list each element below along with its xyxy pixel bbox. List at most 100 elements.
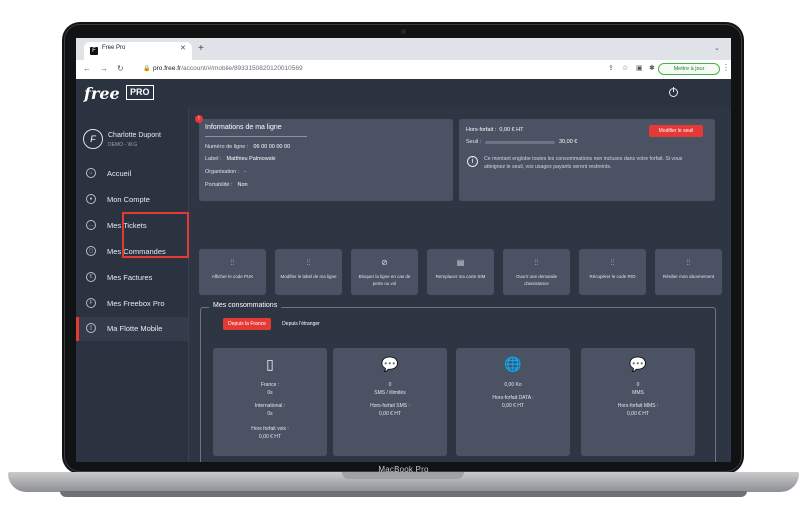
user-name: Charlotte Dupont xyxy=(108,132,161,139)
conso-line: 0 xyxy=(636,382,640,388)
close-icon[interactable]: ✕ xyxy=(180,44,186,52)
divider xyxy=(205,136,307,137)
lock-icon: 🔒 xyxy=(143,66,151,72)
app-header: free PRO xyxy=(76,79,731,107)
hf-label-text: Hors-forfait : xyxy=(466,127,497,133)
seuil-progress-bar xyxy=(485,141,555,144)
line-info-title: Informations de ma ligne xyxy=(205,124,282,131)
user-icon: ● xyxy=(86,194,96,204)
settings-icon: ⫶⫶ xyxy=(610,258,615,267)
info-row-portabilite: Portabilité : Non xyxy=(205,182,248,188)
action-modifier-label[interactable]: ⫶⫶ Modifier le label de ma ligne xyxy=(275,249,342,295)
sidebar-item-mes-factures[interactable]: € Mes Factures xyxy=(76,267,188,289)
info-row-label: Label : Matthieu Palmowski xyxy=(205,156,275,162)
tab-depuis-etranger[interactable]: Depuis l'étranger xyxy=(277,318,325,330)
url-path: /account/#/mobile/89331508201200105​69 xyxy=(181,65,303,72)
sidebar-item-label: Mes Factures xyxy=(107,273,153,282)
conso-line: Hors forfait voix : xyxy=(251,426,289,432)
action-resilier[interactable]: ⫶⫶ Résilier mon abonnement xyxy=(655,249,722,295)
favicon-icon: F xyxy=(90,47,98,55)
conso-line: 0,00 € HT xyxy=(627,411,649,417)
settings-icon: ⫶⫶ xyxy=(230,258,235,267)
action-bloquer-ligne[interactable]: ⊘ Bloquer la ligne en cas de perte ou vo… xyxy=(351,249,418,295)
share-icon[interactable]: ⇪ xyxy=(608,64,614,72)
phone-icon: ▯ xyxy=(266,356,274,372)
sidebar-item-mes-freebox-pro[interactable]: F Mes Freebox Pro xyxy=(76,293,188,315)
reload-icon[interactable]: ↻ xyxy=(117,64,124,73)
sidebar-item-label: Ma Flotte Mobile xyxy=(107,324,163,333)
url-host: pro.free.fr xyxy=(153,65,182,72)
conso-line: 0,00 € HT xyxy=(502,403,524,409)
chat-icon: … xyxy=(86,220,96,230)
info-row-organisation: Organisation :- xyxy=(205,169,246,175)
highlight-frame xyxy=(122,212,189,258)
free-logo[interactable]: free xyxy=(84,84,120,103)
info-icon: i xyxy=(467,156,478,167)
new-tab-button[interactable]: + xyxy=(198,43,204,54)
avatar: F xyxy=(83,129,103,149)
sidebar-item-mon-compte[interactable]: ● Mon Compte xyxy=(76,189,188,211)
extension-icon[interactable]: ▣ xyxy=(636,64,643,72)
action-demande-assistance[interactable]: ⫶⫶ Ouvrir une demande d'assistance xyxy=(503,249,570,295)
laptop-brand: MacBook Pro xyxy=(378,465,429,474)
action-label: Résilier mon abonnement xyxy=(662,274,715,279)
settings-icon: ⫶⫶ xyxy=(686,258,691,267)
sidebar-item-label: Mon Compte xyxy=(107,195,150,204)
conso-line: 0s xyxy=(267,390,273,396)
conso-line: 0,00 € HT xyxy=(379,411,401,417)
action-code-puk[interactable]: ⫶⫶ Afficher le code PUK xyxy=(199,249,266,295)
action-label: Modifier le label de ma ligne xyxy=(280,274,337,279)
conso-line: Hors-forfait MMS : xyxy=(617,403,659,409)
mobile-icon: ▯ xyxy=(86,323,96,333)
info-label: Numéro de ligne : xyxy=(205,144,249,150)
main-content: ! Informations de ma ligne Numéro de lig… xyxy=(189,107,731,462)
seuil-label: Seuil : xyxy=(466,139,482,145)
action-code-rio[interactable]: ⫶⫶ Récupérer le code RIO xyxy=(579,249,646,295)
sim-icon: ▤ xyxy=(456,258,465,267)
menu-icon[interactable]: ⋮ xyxy=(722,63,730,72)
address-bar[interactable]: 🔒 pro.free.fr/account/#/mobile/893315082… xyxy=(141,62,601,76)
globe-icon: 🌐 xyxy=(504,356,522,372)
action-label: Ouvrir une demande d'assistance xyxy=(515,274,558,286)
line-info-card: ! Informations de ma ligne Numéro de lig… xyxy=(195,115,453,201)
tab-depuis-france[interactable]: Depuis la France xyxy=(223,318,271,330)
puzzle-icon[interactable]: ✱ xyxy=(649,64,655,72)
sidebar-item-label: Mes Freebox Pro xyxy=(107,299,165,308)
home-icon: ⌂ xyxy=(86,168,96,178)
action-label: Afficher le code PUK xyxy=(211,274,254,279)
sidebar-item-ma-flotte-mobile[interactable]: ▯ Ma Flotte Mobile xyxy=(76,317,188,341)
info-label: Portabilité : xyxy=(205,182,233,188)
notification-badge: ! xyxy=(195,115,203,123)
box-icon: ▢ xyxy=(86,246,96,256)
update-button[interactable]: Mettre à jour xyxy=(658,63,720,75)
conso-card-data: 🌐 0,00 Ko Hors-forfait DATA : 0,00 € HT xyxy=(456,348,570,456)
back-icon[interactable]: ← xyxy=(83,64,91,73)
modifier-seuil-button[interactable]: Modifier le seuil xyxy=(649,125,703,137)
sidebar-item-accueil[interactable]: ⌂ Accueil xyxy=(76,163,188,185)
conso-line: 0s xyxy=(267,411,273,417)
conso-line: International : xyxy=(254,403,286,409)
sidebar: F Charlotte Dupont DEMO - W.G ⌂ Accueil … xyxy=(76,107,188,462)
url-text: pro.free.fr/account/#/mobile/89331508201… xyxy=(153,65,303,72)
action-label: Remplacer ma carte SIM xyxy=(435,274,486,279)
settings-icon: ⫶⫶ xyxy=(534,258,539,267)
mms-icon: 💬 xyxy=(629,356,647,372)
user-subtitle: DEMO - W.G xyxy=(108,142,138,148)
action-remplacer-sim[interactable]: ▤ Remplacer ma carte SIM xyxy=(427,249,494,295)
info-label: Organisation : xyxy=(205,169,240,175)
block-icon: ⊘ xyxy=(381,258,388,267)
conso-line: Hors-forfait DATA : xyxy=(492,395,534,401)
power-icon[interactable] xyxy=(669,87,678,97)
browser-tab[interactable]: F Free Pro ✕ xyxy=(84,42,192,60)
chevron-down-icon[interactable]: ⌄ xyxy=(714,44,720,52)
conso-line: 0,00 Ko xyxy=(504,382,522,388)
tab-title: Free Pro xyxy=(102,45,126,51)
pro-badge: PRO xyxy=(126,85,154,100)
hf-value: 0,00 € HT xyxy=(499,127,524,133)
conso-card-sms: 💬 0 SMS / illimités Hors-forfait SMS : 0… xyxy=(333,348,447,456)
seuil-value: 30,00 € xyxy=(559,139,578,145)
action-label: Bloquer la ligne en cas de perte ou vol xyxy=(358,274,411,286)
forward-icon[interactable]: → xyxy=(100,64,108,73)
star-icon[interactable]: ☆ xyxy=(622,64,628,72)
freebox-icon: F xyxy=(86,298,96,308)
